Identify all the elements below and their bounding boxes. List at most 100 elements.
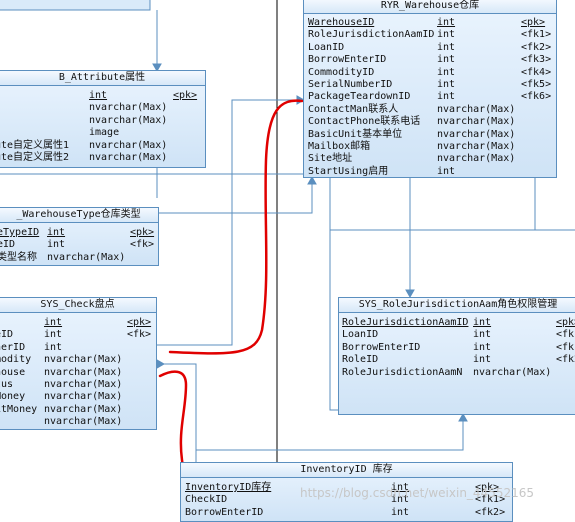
column-type: nvarchar(Max) (44, 366, 123, 378)
column-name: Site地址 (308, 153, 353, 165)
table-row[interactable]: Mailbox邮箱 nvarchar(Max) (304, 141, 556, 153)
table-row[interactable]: Site地址 nvarchar(Max) (304, 153, 556, 165)
column-type: nvarchar(Max) (44, 354, 123, 366)
column-type: nvarchar(Max) (47, 251, 126, 263)
connector (196, 415, 464, 451)
column-type: int (47, 227, 66, 238)
table-row[interactable]: Money nvarchar(Max) (0, 391, 156, 403)
table-title: B_Attribute属性 (0, 71, 205, 86)
table-row[interactable]: image (0, 127, 205, 139)
partial-table-top (0, 0, 151, 11)
table-row[interactable]: RoleJurisdictionAamID int <pk> (339, 317, 575, 329)
column-type: nvarchar(Max) (44, 416, 123, 428)
table-title: SYS_Check盘点 (0, 298, 156, 313)
column-key: <fk (556, 341, 575, 353)
column-type: int (473, 354, 492, 366)
table-row[interactable]: LoanID int <fk2> (304, 42, 556, 54)
table-row[interactable]: ute自定义属性2 nvarchar(Max) (0, 152, 205, 164)
column-type: nvarchar(Max) (473, 366, 552, 378)
column-type: int (437, 17, 456, 28)
column-type: int (437, 165, 456, 177)
column-name: Money (0, 391, 26, 403)
table-row[interactable]: house nvarchar(Max) (0, 367, 156, 379)
column-name: BasicUnit基本单位 (308, 128, 403, 140)
column-type: int (473, 317, 492, 328)
column-key: <pk> (130, 227, 155, 238)
table-row[interactable]: BasicUnit基本单位 nvarchar(Max) (304, 129, 556, 141)
table-row[interactable]: ContactMan联系人 nvarchar(Max) (304, 104, 556, 116)
column-key: <fk> (130, 239, 155, 251)
table-row[interactable]: RoleJurisdictionAamID int <fk1> (304, 29, 556, 41)
table-row[interactable]: RoleID int <fk2 (339, 354, 575, 366)
column-type: image (89, 127, 120, 139)
table-warehousetype[interactable]: _WarehouseType仓库类型 eTypeID int <pk> eID int <… (0, 207, 159, 266)
table-title: InventoryID 库存 (181, 463, 512, 478)
table-ryr-warehouse[interactable]: RYR_Warehouse仓库 WarehouseID int <pk> RoleJu… (303, 0, 557, 178)
table-row[interactable]: CommodityID int <fk4> (304, 67, 556, 79)
table-row[interactable]: eID int <fk> (0, 239, 158, 251)
table-row[interactable]: eID int <fk> (0, 329, 156, 341)
column-name: WarehouseID (308, 17, 375, 28)
table-row[interactable]: itMoney nvarchar(Max) (0, 404, 156, 416)
arrowhead (458, 412, 468, 422)
column-type: int (473, 341, 492, 353)
column-type: nvarchar(Max) (89, 102, 168, 114)
column-name: StartUsing启用 (308, 165, 389, 177)
column-name: 类型名称 (0, 251, 37, 263)
column-key: <fk2 (556, 354, 575, 366)
table-row[interactable]: PackageTeardownID int <fk6> (304, 91, 556, 103)
column-type: int (44, 341, 63, 353)
column-key: <pk> (127, 317, 152, 328)
table-sys-check[interactable]: SYS_Check盘点 int<pk>eIDint<fk>nerIDintmod… (0, 297, 157, 430)
table-row[interactable]: nvarchar(Max) (0, 115, 205, 127)
column-key: <fk4> (521, 66, 552, 78)
column-key: <pk> (556, 317, 575, 328)
table-row[interactable]: BorrowEnterID int <fk (339, 342, 575, 354)
table-row[interactable]: WarehouseID int <pk> (304, 17, 556, 29)
column-name: BorrowEnterID (308, 54, 387, 66)
column-name: eID (0, 329, 14, 341)
column-type: nvarchar(Max) (89, 152, 168, 163)
column-type: nvarchar(Max) (89, 114, 168, 126)
table-row[interactable]: LoanID int <fk (339, 329, 575, 341)
table-row[interactable]: int <pk> (0, 90, 205, 102)
arrowhead (405, 289, 415, 299)
table-row[interactable]: RoleJurisdictionAamN nvarchar(Max) (339, 367, 575, 379)
table-row[interactable]: StartUsing启用 int (304, 166, 556, 178)
column-name: SerialNumberID (308, 79, 393, 90)
table-row[interactable]: int <pk> (0, 317, 156, 329)
table-row[interactable]: nvarchar(Max) (0, 102, 205, 114)
column-type: int (437, 41, 456, 53)
table-row[interactable]: 类型名称 nvarchar(Max) (0, 252, 158, 264)
column-name: house (0, 366, 26, 378)
column-name: ute自定义属性1 (0, 139, 70, 151)
column-name: eID (0, 239, 16, 251)
column-name: ContactPhone联系电话 (308, 116, 421, 128)
table-b-attribute[interactable]: B_Attribute属性 int <pk> nvarchar(Max) nvarch… (0, 70, 206, 168)
column-key: <fk> (127, 329, 152, 341)
table-row[interactable]: nerID int (0, 342, 156, 354)
table-row[interactable]: ute自定义属性1 nvarchar(Max) (0, 140, 205, 152)
column-name: ute自定义属性2 (0, 152, 70, 163)
table-row[interactable]: SerialNumberID int <fk5> (304, 79, 556, 91)
column-key: <pk> (173, 90, 198, 101)
column-name: Mailbox邮箱 (308, 141, 371, 152)
column-name: ContactMan联系人 (308, 103, 399, 115)
arrowhead (156, 359, 166, 369)
table-row[interactable]: tus nvarchar(Max) (0, 379, 156, 391)
column-key: <fk1> (521, 29, 552, 41)
table-row[interactable]: eTypeID int <pk> (0, 227, 158, 239)
table-row[interactable]: modity nvarchar(Max) (0, 354, 156, 366)
table-sys-role-jurisdiction[interactable]: SYS_RoleJurisdictionAam角色权限管理 RoleJurisd… (338, 297, 575, 415)
column-type: int (437, 54, 456, 66)
column-name: eTypeID (0, 227, 40, 238)
table-row[interactable]: nvarchar(Max) (0, 416, 156, 428)
table-row[interactable]: ContactPhone联系电话 nvarchar(Max) (304, 116, 556, 128)
column-type: int (44, 317, 63, 328)
column-key: <pk> (521, 17, 546, 28)
table-row[interactable]: BorrowEnterID int <fk3> (304, 54, 556, 66)
table-title: _WarehouseType仓库类型 (0, 208, 158, 223)
connector (157, 363, 197, 462)
column-name: CommodityID (308, 66, 375, 78)
column-type: int (473, 329, 492, 341)
